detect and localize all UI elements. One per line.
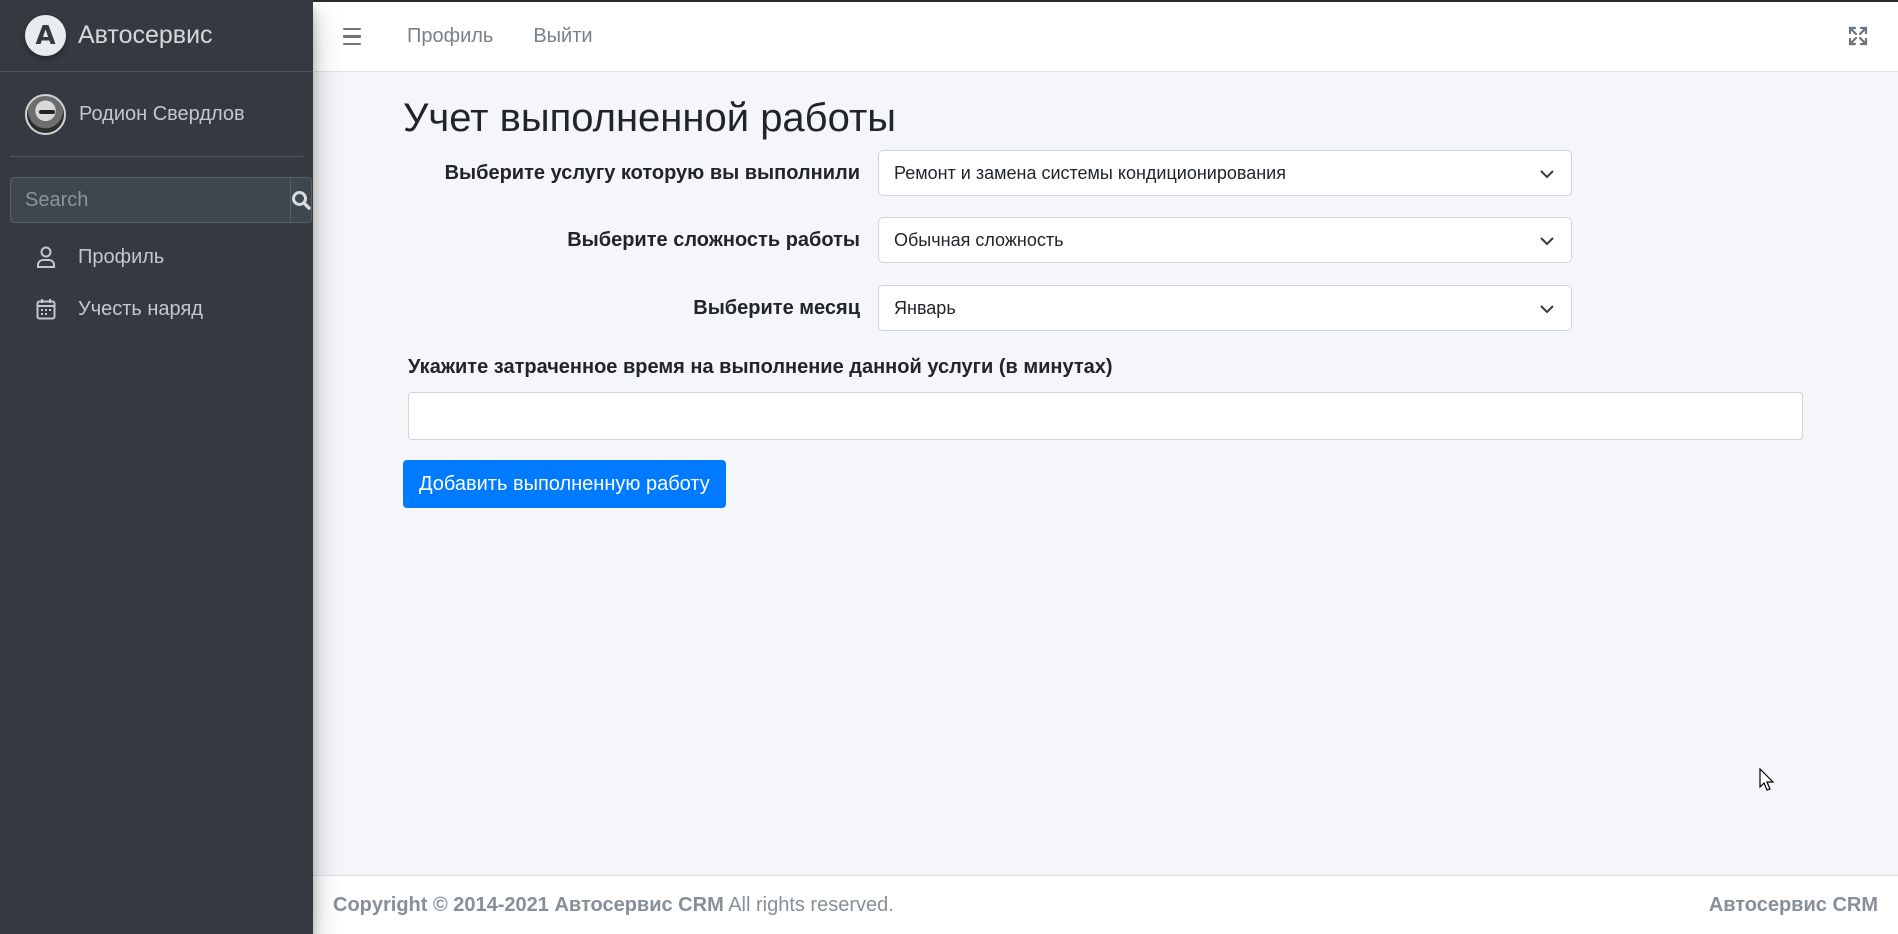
complexity-select-value: Обычная сложность [894,229,1064,250]
chevron-down-icon [1540,305,1554,314]
sidebar-item-label: Профиль [78,245,165,268]
nav-link-profile[interactable]: Профиль [407,25,493,48]
mouse-cursor-icon [1759,768,1775,791]
top-navbar: Профиль Выйти [313,0,1898,72]
month-label: Выберите месяц [693,297,860,319]
footer-copyright: Copyright © 2014-2021 Автосервис CRM All… [333,894,894,917]
sidebar-item-profile[interactable]: Профиль [0,231,313,283]
user-name[interactable]: Родион Свердлов [79,103,245,126]
sidebar-search [10,177,312,223]
chevron-down-icon [1540,170,1554,179]
month-select[interactable]: Январь [878,285,1572,331]
page-title: Учет выполненной работы [403,96,897,140]
sidebar-item-work-order[interactable]: Учесть наряд [0,283,313,335]
search-input[interactable] [10,177,290,223]
brand-link[interactable]: A Автосервис [0,0,313,72]
footer-copyright-rest: All rights reserved. [723,893,894,916]
month-row: Выберите месяц Январь [403,285,1803,331]
footer-brand: Автосервис CRM [1708,893,1878,916]
service-label: Выберите услугу которую вы выполнили [444,162,860,184]
service-select[interactable]: Ремонт и замена системы кондиционировани… [878,150,1572,196]
brand-name: Автосервис [78,21,213,49]
nav-link-logout[interactable]: Выйти [533,25,592,48]
sidebar: A Автосервис Родион Свердлов Профиль Уче… [0,0,313,934]
footer-copyright-bold: Copyright © 2014-2021 Автосервис CRM [333,893,724,916]
service-select-value: Ремонт и замена системы кондиционировани… [894,162,1286,183]
user-icon [34,245,58,269]
menu-toggle-icon[interactable] [343,25,367,49]
avatar [25,93,66,135]
complexity-select[interactable]: Обычная сложность [878,217,1572,263]
service-row: Выберите услугу которую вы выполнили Рем… [403,150,1803,196]
sidebar-nav: Профиль Учесть наряд [0,231,313,335]
time-label: Укажите затраченное время на выполнение … [408,356,1113,378]
chevron-down-icon [1540,237,1554,246]
time-input[interactable] [408,392,1803,440]
footer: Copyright © 2014-2021 Автосервис CRM All… [313,875,1898,934]
user-panel[interactable]: Родион Свердлов [10,72,303,157]
search-icon [292,191,311,210]
fullscreen-icon[interactable] [1848,26,1868,46]
calendar-icon [34,297,58,321]
sidebar-item-label: Учесть наряд [78,297,203,320]
main-content: Учет выполненной работы Выберите услугу … [403,72,1803,508]
complexity-label: Выберите сложность работы [567,229,860,251]
month-select-value: Январь [894,297,956,318]
add-work-button[interactable]: Добавить выполненную работу [403,460,726,508]
brand-logo-icon: A [25,15,66,56]
search-button[interactable] [290,177,312,223]
complexity-row: Выберите сложность работы Обычная сложно… [403,217,1803,263]
